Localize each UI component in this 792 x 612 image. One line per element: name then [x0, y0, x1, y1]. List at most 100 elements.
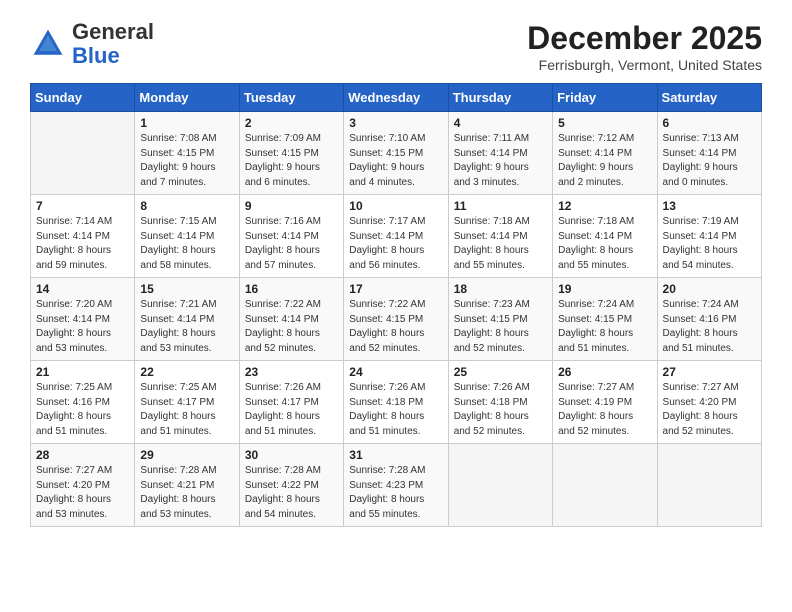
calendar-header: SundayMondayTuesdayWednesdayThursdayFrid…	[31, 84, 762, 112]
day-cell: 30 Sunrise: 7:28 AM Sunset: 4:22 PM Dayli…	[239, 444, 343, 527]
day-cell	[448, 444, 552, 527]
day-cell: 26Sunrise: 7:27 AM Sunset: 4:19 PM Dayli…	[553, 361, 657, 444]
day-number: 19	[558, 282, 651, 296]
day-info: Sunrise: 7:22 AM Sunset: 4:14 PM Dayligh…	[245, 298, 338, 356]
day-number: 16	[245, 282, 338, 296]
day-cell: 17Sunrise: 7:22 AM Sunset: 4:15 PM Dayli…	[344, 278, 448, 361]
day-number: 29	[140, 448, 233, 462]
day-info: Sunrise: 7:23 AM Sunset: 4:15 PM Dayligh…	[454, 298, 547, 356]
day-number: 10	[349, 199, 442, 213]
header-cell-sunday: Sunday	[31, 84, 135, 112]
logo-icon	[30, 26, 66, 62]
day-cell: 25 Sunrise: 7:26 AM Sunset: 4:18 PM Dayli…	[448, 361, 552, 444]
day-cell: 20 Sunrise: 7:24 AM Sunset: 4:16 PM Dayli…	[657, 278, 761, 361]
day-info: Sunrise: 7:26 AM Sunset: 4:18 PM Dayligh…	[349, 381, 442, 439]
day-cell: 8 Sunrise: 7:15 AM Sunset: 4:14 PM Daylig…	[135, 195, 239, 278]
day-cell: 31Sunrise: 7:28 AM Sunset: 4:23 PM Dayli…	[344, 444, 448, 527]
logo-text: General Blue	[72, 20, 154, 68]
day-info: Sunrise: 7:17 AM Sunset: 4:14 PM Dayligh…	[349, 215, 442, 273]
header-cell-monday: Monday	[135, 84, 239, 112]
day-cell: 3 Sunrise: 7:10 AM Sunset: 4:15 PM Daylig…	[344, 112, 448, 195]
day-cell	[553, 444, 657, 527]
day-info: Sunrise: 7:28 AM Sunset: 4:23 PM Dayligh…	[349, 464, 442, 522]
day-number: 20	[663, 282, 756, 296]
month-title: December 2025	[527, 20, 762, 57]
day-info: Sunrise: 7:16 AM Sunset: 4:14 PM Dayligh…	[245, 215, 338, 273]
day-number: 4	[454, 116, 547, 130]
day-number: 8	[140, 199, 233, 213]
day-number: 27	[663, 365, 756, 379]
calendar-table: SundayMondayTuesdayWednesdayThursdayFrid…	[30, 83, 762, 527]
day-cell: 28Sunrise: 7:27 AM Sunset: 4:20 PM Dayli…	[31, 444, 135, 527]
day-cell: 22 Sunrise: 7:25 AM Sunset: 4:17 PM Dayli…	[135, 361, 239, 444]
day-info: Sunrise: 7:11 AM Sunset: 4:14 PM Dayligh…	[454, 132, 547, 190]
week-row-1: 1Sunrise: 7:08 AM Sunset: 4:15 PM Daylig…	[31, 112, 762, 195]
week-row-4: 21 Sunrise: 7:25 AM Sunset: 4:16 PM Dayli…	[31, 361, 762, 444]
day-cell: 1Sunrise: 7:08 AM Sunset: 4:15 PM Daylig…	[135, 112, 239, 195]
day-info: Sunrise: 7:12 AM Sunset: 4:14 PM Dayligh…	[558, 132, 651, 190]
title-block: December 2025 Ferrisburgh, Vermont, Unit…	[527, 20, 762, 73]
day-number: 6	[663, 116, 756, 130]
day-info: Sunrise: 7:24 AM Sunset: 4:16 PM Dayligh…	[663, 298, 756, 356]
header-cell-saturday: Saturday	[657, 84, 761, 112]
day-info: Sunrise: 7:09 AM Sunset: 4:15 PM Dayligh…	[245, 132, 338, 190]
day-info: Sunrise: 7:27 AM Sunset: 4:20 PM Dayligh…	[36, 464, 129, 522]
location: Ferrisburgh, Vermont, United States	[527, 57, 762, 73]
header-row: SundayMondayTuesdayWednesdayThursdayFrid…	[31, 84, 762, 112]
day-info: Sunrise: 7:10 AM Sunset: 4:15 PM Dayligh…	[349, 132, 442, 190]
day-number: 5	[558, 116, 651, 130]
day-number: 3	[349, 116, 442, 130]
day-cell: 21 Sunrise: 7:25 AM Sunset: 4:16 PM Dayli…	[31, 361, 135, 444]
day-number: 22	[140, 365, 233, 379]
day-number: 30	[245, 448, 338, 462]
day-number: 23	[245, 365, 338, 379]
day-number: 15	[140, 282, 233, 296]
day-info: Sunrise: 7:25 AM Sunset: 4:16 PM Dayligh…	[36, 381, 129, 439]
day-info: Sunrise: 7:26 AM Sunset: 4:17 PM Dayligh…	[245, 381, 338, 439]
day-cell	[657, 444, 761, 527]
day-cell: 18 Sunrise: 7:23 AM Sunset: 4:15 PM Dayli…	[448, 278, 552, 361]
day-cell: 9 Sunrise: 7:16 AM Sunset: 4:14 PM Daylig…	[239, 195, 343, 278]
day-number: 17	[349, 282, 442, 296]
day-number: 21	[36, 365, 129, 379]
page-header: General Blue December 2025 Ferrisburgh, …	[30, 20, 762, 73]
day-number: 7	[36, 199, 129, 213]
header-cell-thursday: Thursday	[448, 84, 552, 112]
day-number: 25	[454, 365, 547, 379]
day-cell: 4 Sunrise: 7:11 AM Sunset: 4:14 PM Daylig…	[448, 112, 552, 195]
day-cell: 16 Sunrise: 7:22 AM Sunset: 4:14 PM Dayli…	[239, 278, 343, 361]
day-cell: 13 Sunrise: 7:19 AM Sunset: 4:14 PM Dayli…	[657, 195, 761, 278]
day-info: Sunrise: 7:14 AM Sunset: 4:14 PM Dayligh…	[36, 215, 129, 273]
day-number: 13	[663, 199, 756, 213]
day-info: Sunrise: 7:21 AM Sunset: 4:14 PM Dayligh…	[140, 298, 233, 356]
calendar-body: 1Sunrise: 7:08 AM Sunset: 4:15 PM Daylig…	[31, 112, 762, 527]
day-info: Sunrise: 7:18 AM Sunset: 4:14 PM Dayligh…	[454, 215, 547, 273]
day-cell: 23 Sunrise: 7:26 AM Sunset: 4:17 PM Dayli…	[239, 361, 343, 444]
day-cell: 10 Sunrise: 7:17 AM Sunset: 4:14 PM Dayli…	[344, 195, 448, 278]
header-cell-friday: Friday	[553, 84, 657, 112]
day-cell: 14Sunrise: 7:20 AM Sunset: 4:14 PM Dayli…	[31, 278, 135, 361]
day-info: Sunrise: 7:20 AM Sunset: 4:14 PM Dayligh…	[36, 298, 129, 356]
day-info: Sunrise: 7:19 AM Sunset: 4:14 PM Dayligh…	[663, 215, 756, 273]
day-cell: 5 Sunrise: 7:12 AM Sunset: 4:14 PM Daylig…	[553, 112, 657, 195]
day-cell: 12Sunrise: 7:18 AM Sunset: 4:14 PM Dayli…	[553, 195, 657, 278]
day-info: Sunrise: 7:25 AM Sunset: 4:17 PM Dayligh…	[140, 381, 233, 439]
day-info: Sunrise: 7:28 AM Sunset: 4:22 PM Dayligh…	[245, 464, 338, 522]
day-cell: 11Sunrise: 7:18 AM Sunset: 4:14 PM Dayli…	[448, 195, 552, 278]
day-cell: 15 Sunrise: 7:21 AM Sunset: 4:14 PM Dayli…	[135, 278, 239, 361]
day-number: 2	[245, 116, 338, 130]
day-info: Sunrise: 7:26 AM Sunset: 4:18 PM Dayligh…	[454, 381, 547, 439]
day-info: Sunrise: 7:18 AM Sunset: 4:14 PM Dayligh…	[558, 215, 651, 273]
day-cell: 6Sunrise: 7:13 AM Sunset: 4:14 PM Daylig…	[657, 112, 761, 195]
day-number: 24	[349, 365, 442, 379]
day-cell: 7 Sunrise: 7:14 AM Sunset: 4:14 PM Daylig…	[31, 195, 135, 278]
day-number: 9	[245, 199, 338, 213]
day-number: 18	[454, 282, 547, 296]
day-cell: 27Sunrise: 7:27 AM Sunset: 4:20 PM Dayli…	[657, 361, 761, 444]
day-cell: 19 Sunrise: 7:24 AM Sunset: 4:15 PM Dayli…	[553, 278, 657, 361]
day-cell: 2 Sunrise: 7:09 AM Sunset: 4:15 PM Daylig…	[239, 112, 343, 195]
day-info: Sunrise: 7:15 AM Sunset: 4:14 PM Dayligh…	[140, 215, 233, 273]
day-info: Sunrise: 7:24 AM Sunset: 4:15 PM Dayligh…	[558, 298, 651, 356]
day-cell: 24 Sunrise: 7:26 AM Sunset: 4:18 PM Dayli…	[344, 361, 448, 444]
header-cell-tuesday: Tuesday	[239, 84, 343, 112]
